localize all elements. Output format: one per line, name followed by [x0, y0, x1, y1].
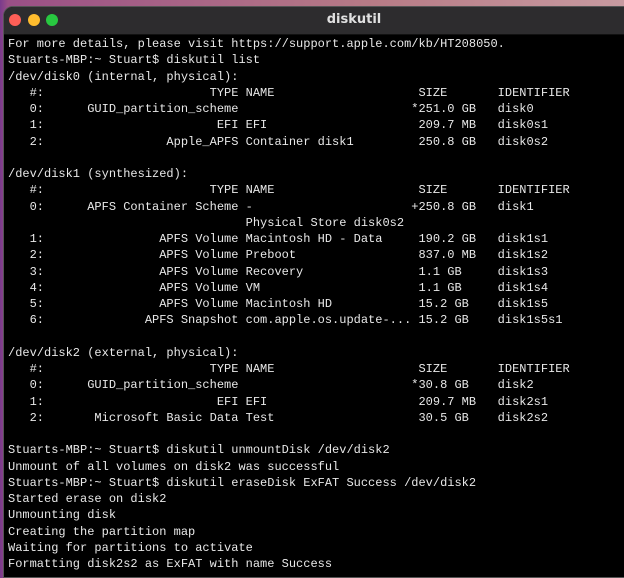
- terminal-line: 4: APFS Volume VM 1.1 GB disk1s4: [8, 280, 549, 295]
- terminal-line: 6: APFS Snapshot com.apple.os.update-...…: [8, 313, 563, 328]
- terminal-line: 1: EFI EFI 209.7 MB disk0s1: [8, 118, 549, 133]
- terminal-line: 1: APFS Volume Macintosh HD - Data 190.2…: [8, 232, 549, 246]
- terminal-line: Stuarts-MBP:~ Stuart$ diskutil unmountDi…: [8, 443, 390, 458]
- terminal-line: 0: GUID_partition_scheme *30.8 GB disk2: [8, 378, 534, 393]
- terminal-line: For more details, please visit https://s…: [8, 37, 505, 51]
- terminal-line: Physical Store disk0s2: [8, 215, 405, 230]
- terminal-line: Unmount of all volumes on disk2 was succ…: [8, 459, 340, 474]
- terminal-line: Waiting for partitions to activate: [8, 540, 253, 555]
- terminal-line: Unmounting disk: [8, 508, 117, 523]
- terminal-line: 2: Apple_APFS Container disk1 250.8 GB d…: [8, 134, 549, 149]
- terminal-line: #: TYPE NAME SIZE IDENTIFIER: [8, 183, 570, 198]
- terminal-line: #: TYPE NAME SIZE IDENTIFIER: [8, 362, 570, 376]
- terminal-line: 3: APFS Volume Recovery 1.1 GB disk1s3: [8, 264, 549, 279]
- terminal-line: 0: GUID_partition_scheme *251.0 GB disk0: [8, 102, 534, 116]
- title-bar[interactable]: diskutil: [4, 7, 624, 35]
- terminal-window: diskutil For more details, please visit …: [3, 6, 624, 578]
- terminal-line: /dev/disk0 (internal, physical):: [8, 69, 239, 84]
- terminal-line: /dev/disk1 (synthesized):: [8, 167, 189, 181]
- terminal-line: #: TYPE NAME SIZE IDENTIFIER: [8, 85, 570, 100]
- window-title: diskutil: [326, 12, 382, 27]
- terminal-line: 2: Microsoft Basic Data Test 30.5 GB dis…: [8, 410, 549, 425]
- terminal-line: Stuarts-MBP:~ Stuart$ diskutil eraseDisk…: [8, 475, 477, 490]
- terminal-line: Stuarts-MBP:~ Stuart$ diskutil list: [8, 53, 261, 68]
- terminal-line: Formatting disk2s2 as ExFAT with name Su…: [8, 557, 333, 571]
- terminal-line: 2: APFS Volume Preboot 837.0 MB disk1s2: [8, 248, 549, 263]
- terminal-line: Creating the partition map: [8, 524, 196, 539]
- terminal-output[interactable]: For more details, please visit https://s…: [8, 36, 624, 577]
- terminal-line: Started erase on disk2: [8, 492, 167, 506]
- terminal-line: 0: APFS Container Scheme - +250.8 GB dis…: [8, 199, 534, 214]
- terminal-line: 5: APFS Volume Macintosh HD 15.2 GB disk…: [8, 297, 549, 311]
- terminal-line: 1: EFI EFI 209.7 MB disk2s1: [8, 394, 549, 409]
- terminal-line: /dev/disk2 (external, physical):: [8, 345, 239, 360]
